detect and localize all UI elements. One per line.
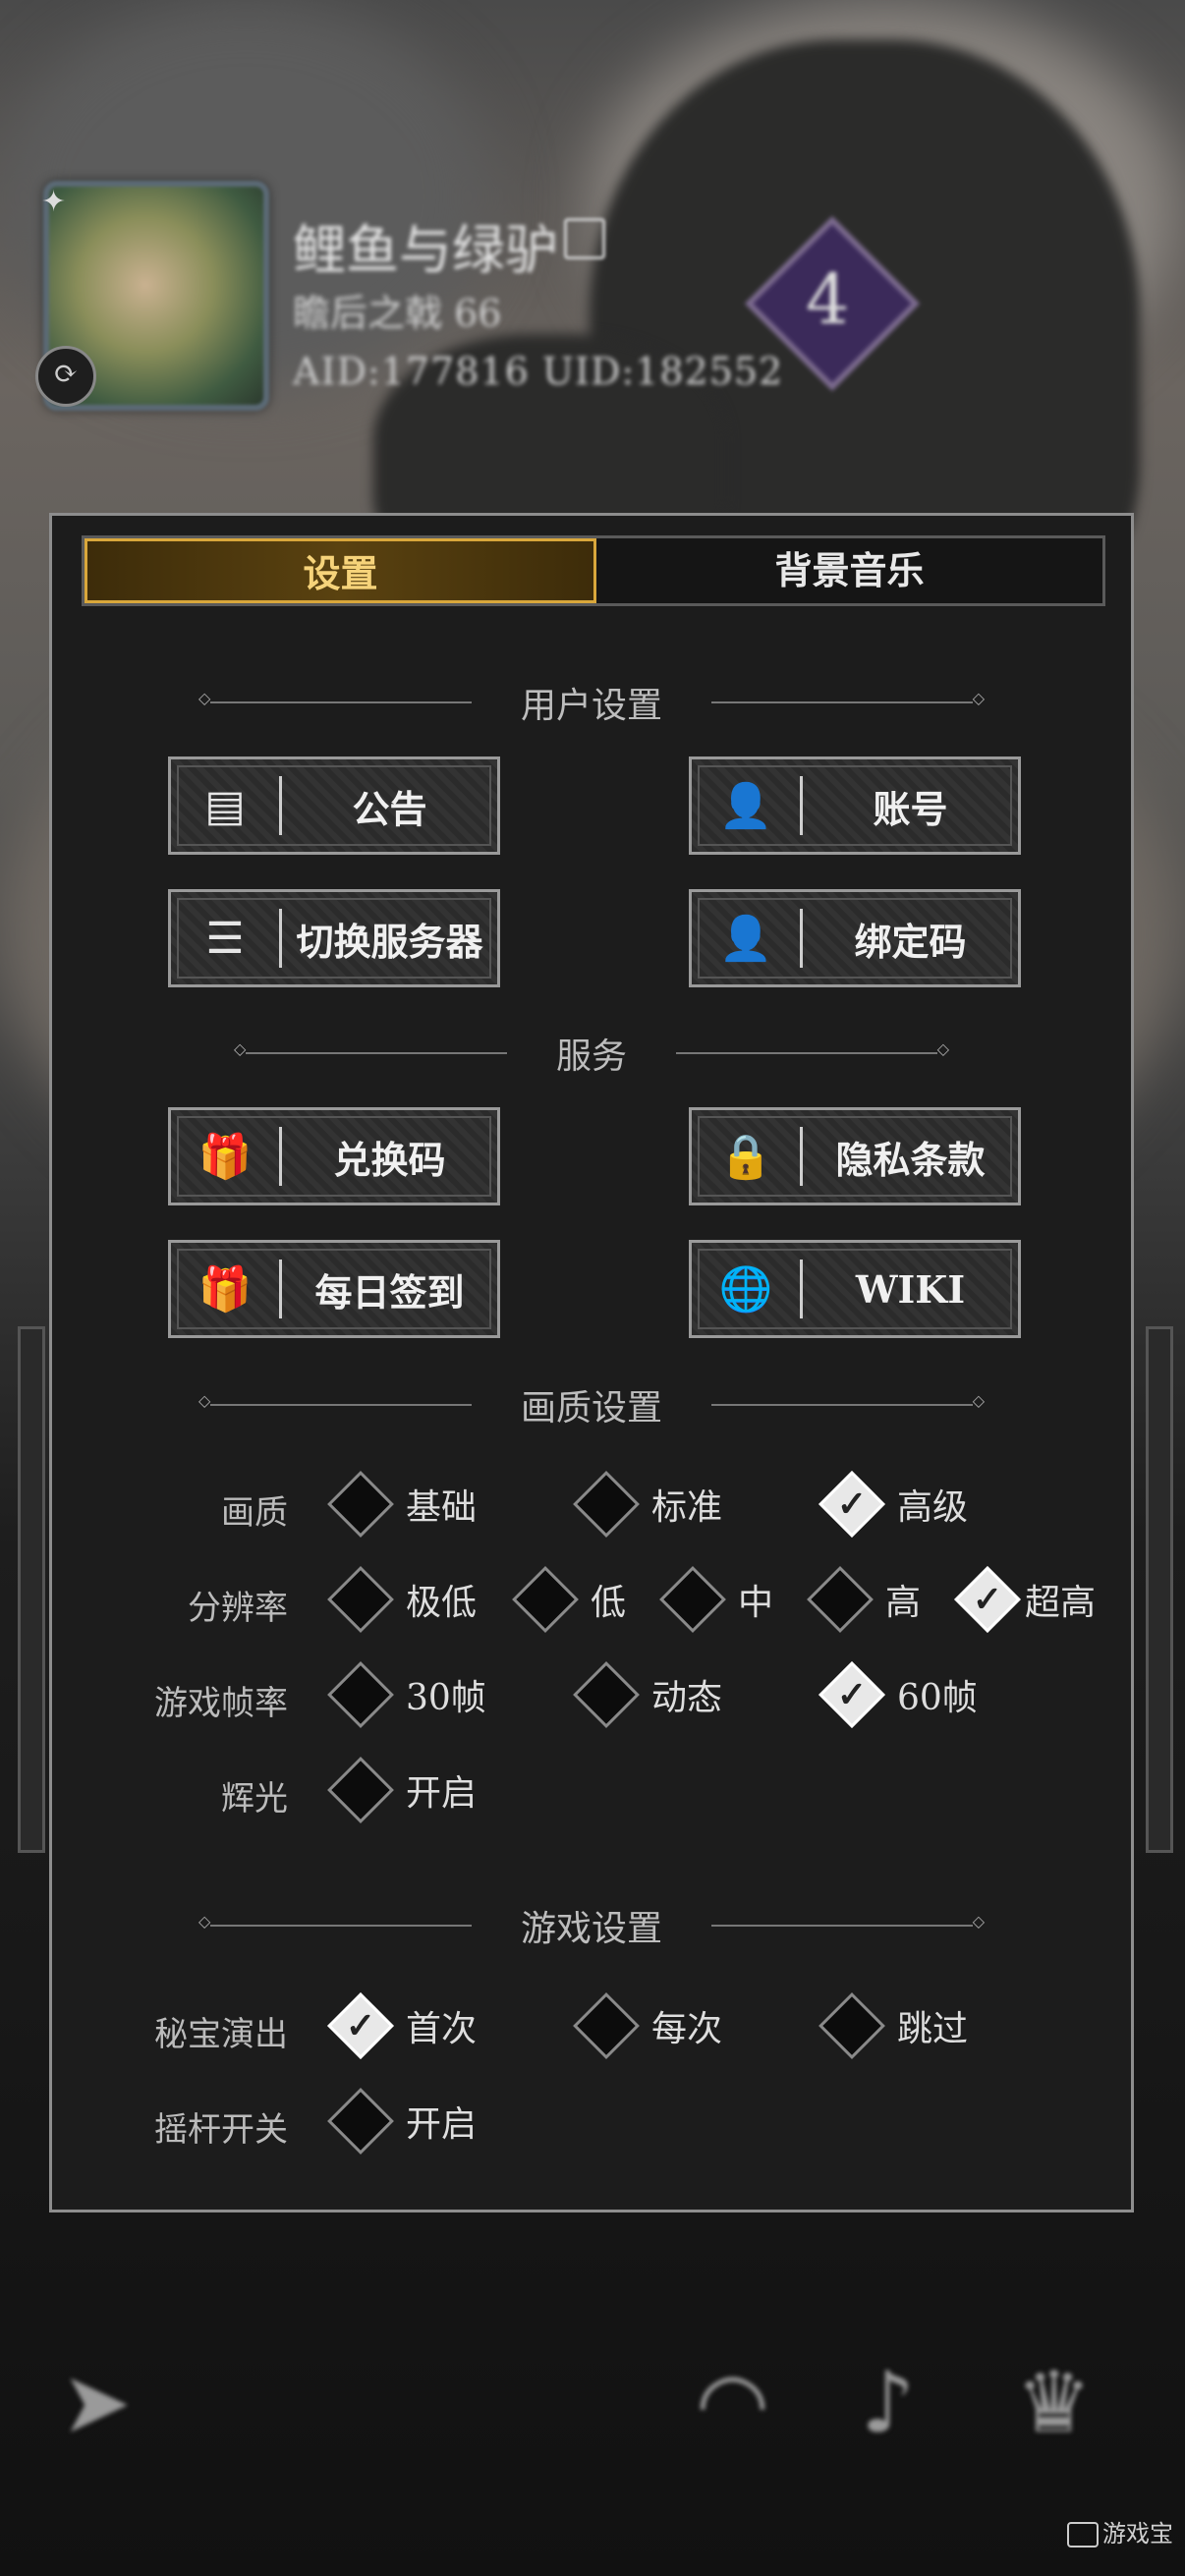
resolution-option-ultra[interactable]: ✓ 超高 xyxy=(954,1566,1096,1633)
user-icon: 👤 xyxy=(718,781,773,831)
joystick-label: 摇杆开关 xyxy=(154,2110,288,2150)
check-icon: ✓ xyxy=(836,1674,868,1715)
switch-server-button[interactable]: ☰ 切换服务器 xyxy=(168,889,500,987)
resolution-option-medium[interactable]: 中 xyxy=(659,1566,773,1633)
music-note-icon[interactable]: ♪ xyxy=(861,2354,915,2452)
resolution-option-very-low[interactable]: 极低 xyxy=(327,1566,477,1633)
resolution-label: 分辨率 xyxy=(188,1589,288,1628)
headphones-icon[interactable]: ◠ xyxy=(696,2354,769,2452)
player-title: 瞻后之戟 66 xyxy=(293,292,502,335)
check-icon: ✓ xyxy=(972,1579,1003,1620)
framerate-option-30[interactable]: 30帧 xyxy=(327,1661,486,1728)
section-service: 服务 xyxy=(52,1029,1131,1078)
section-game-settings: 游戏设置 xyxy=(52,1901,1131,1950)
quality-option-basic[interactable]: 基础 xyxy=(327,1471,477,1538)
account-button[interactable]: 👤 账号 xyxy=(689,756,1021,855)
tab-bar: 设置 背景音乐 xyxy=(82,535,1105,606)
document-icon: ▤ xyxy=(204,780,246,831)
wiki-button[interactable]: 🌐 WIKI xyxy=(689,1240,1021,1338)
resolution-option-low[interactable]: 低 xyxy=(512,1566,626,1633)
quality-label: 画质 xyxy=(221,1493,288,1533)
tab-background-music[interactable]: 背景音乐 xyxy=(596,538,1102,603)
refresh-icon[interactable]: ⟳ xyxy=(35,346,96,407)
quality-option-standard[interactable]: 标准 xyxy=(573,1471,722,1538)
left-frame-edge xyxy=(18,1326,45,1853)
framerate-option-60[interactable]: ✓ 60帧 xyxy=(818,1661,978,1728)
edit-icon[interactable] xyxy=(564,218,605,259)
treasure-option-every[interactable]: 每次 xyxy=(573,1992,722,2059)
star-icon: ✦ xyxy=(41,185,67,219)
redeem-code-button[interactable]: 🎁 兑换码 xyxy=(168,1107,500,1205)
resolution-option-high[interactable]: 高 xyxy=(807,1566,921,1633)
glow-option-on[interactable]: 开启 xyxy=(327,1757,477,1823)
bind-code-button[interactable]: 👤 绑定码 xyxy=(689,889,1021,987)
section-user-settings: 用户设置 xyxy=(52,678,1131,727)
check-icon: ✓ xyxy=(345,2005,376,2046)
rank-number: 4 xyxy=(806,259,850,340)
daily-checkin-button[interactable]: 🎁 每日签到 xyxy=(168,1240,500,1338)
wiki-icon: 🌐 xyxy=(718,1264,773,1315)
framerate-label: 游戏帧率 xyxy=(154,1684,288,1723)
settings-panel: 设置 背景音乐 用户设置 ▤ 公告 👤 账号 ☰ 切换服务器 👤 绑定码 服务 … xyxy=(49,513,1134,2212)
list-icon: ☰ xyxy=(205,913,245,964)
watermark: 游戏宝 xyxy=(1067,2514,1173,2548)
privacy-button[interactable]: 🔒 隐私条款 xyxy=(689,1107,1021,1205)
glow-label: 辉光 xyxy=(221,1779,288,1819)
treasure-option-skip[interactable]: 跳过 xyxy=(818,1992,968,2059)
notice-button[interactable]: ▤ 公告 xyxy=(168,756,500,855)
back-icon[interactable]: ➤ xyxy=(61,2354,132,2452)
treasure-option-first[interactable]: ✓ 首次 xyxy=(327,1992,477,2059)
gift-icon: 🎁 xyxy=(198,1132,253,1182)
crown-icon[interactable]: ♛ xyxy=(1016,2354,1092,2452)
section-quality-settings: 画质设置 xyxy=(52,1380,1131,1429)
right-frame-edge xyxy=(1146,1326,1173,1853)
joystick-option-on[interactable]: 开启 xyxy=(327,2088,477,2155)
framerate-option-dynamic[interactable]: 动态 xyxy=(573,1661,722,1728)
gift-icon: 🎁 xyxy=(198,1264,253,1315)
tab-settings[interactable]: 设置 xyxy=(85,538,596,603)
check-icon: ✓ xyxy=(836,1484,868,1525)
player-ids: AID:177816 UID:182552 xyxy=(293,350,784,393)
user-icon: 👤 xyxy=(718,914,773,964)
lock-document-icon: 🔒 xyxy=(718,1132,773,1182)
player-name: 鲤鱼与绿驴 xyxy=(293,219,558,281)
quality-option-high[interactable]: ✓ 高级 xyxy=(818,1471,968,1538)
treasure-label: 秘宝演出 xyxy=(154,2015,288,2054)
